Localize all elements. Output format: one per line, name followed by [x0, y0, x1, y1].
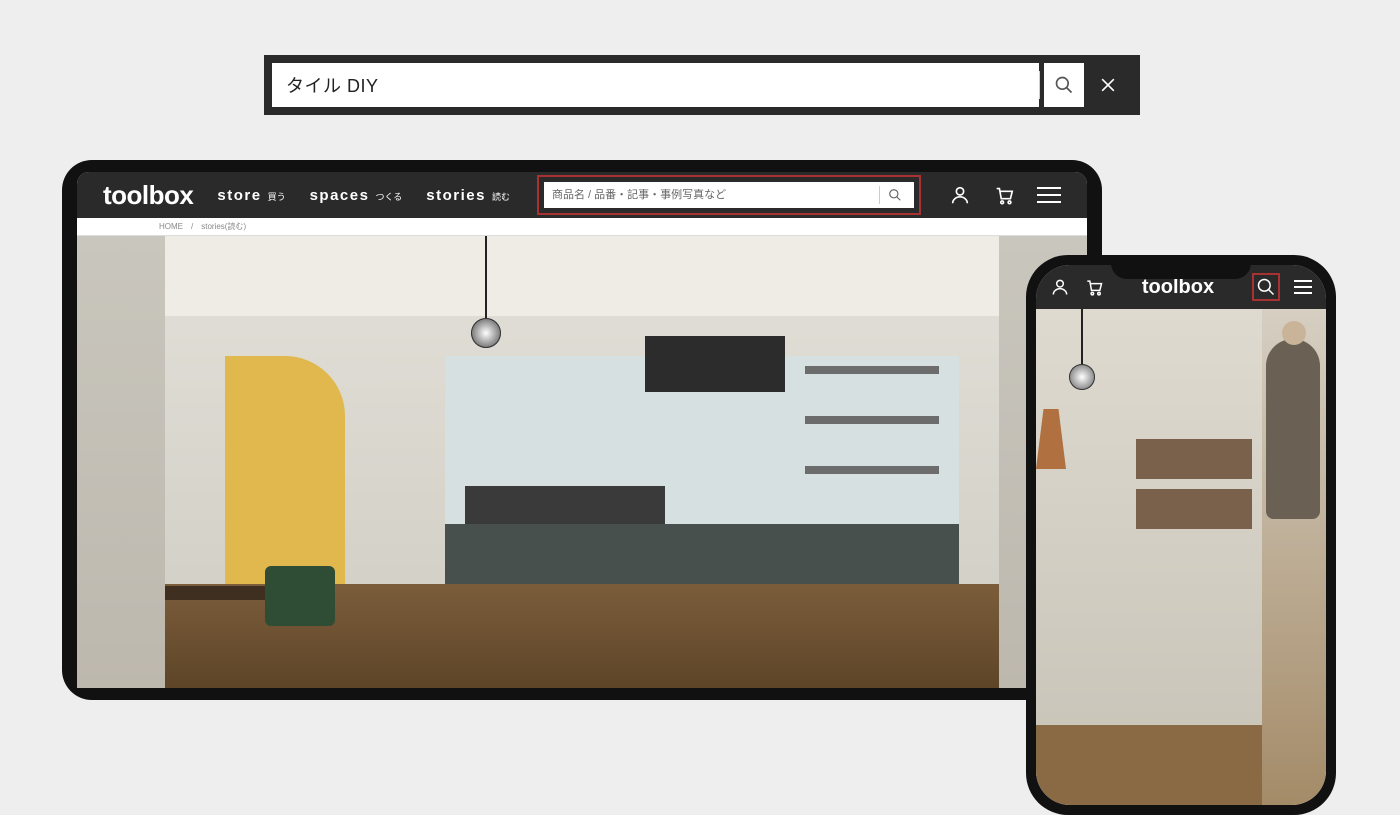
phone-hero-image: [1036, 309, 1262, 805]
aside-left: [77, 236, 165, 688]
header-search-wrap: [544, 182, 914, 208]
menu-button[interactable]: [1037, 187, 1061, 203]
divider: [1039, 71, 1040, 99]
nav-store-sub: 買う: [268, 190, 286, 203]
logo[interactable]: toolbox: [103, 180, 193, 211]
laptop-device: toolbox store 買う spaces つくる stories 読む: [62, 160, 1102, 700]
pendant-light-icon: [471, 318, 501, 348]
search-icon: [1054, 75, 1074, 95]
phone-menu-button[interactable]: [1294, 280, 1312, 294]
hero-image: [165, 236, 999, 688]
nav-spaces-label: spaces: [310, 187, 370, 204]
user-icon[interactable]: [1050, 277, 1070, 297]
phone-aside: [1262, 309, 1326, 805]
close-icon: [1098, 75, 1118, 95]
top-search-input-wrap: [272, 63, 1039, 107]
header-right: [949, 184, 1061, 206]
phone-content: [1036, 309, 1326, 805]
phone-device: toolbox: [1026, 255, 1336, 815]
phone-search-highlight: [1252, 273, 1280, 301]
nav-stories[interactable]: stories 読む: [426, 187, 510, 204]
phone-header: toolbox: [1036, 265, 1326, 309]
cart-icon[interactable]: [993, 184, 1015, 206]
breadcrumb-sep: /: [191, 222, 193, 231]
pendant-light-icon: [1069, 364, 1095, 390]
laptop-screen: toolbox store 買う spaces つくる stories 読む: [77, 172, 1087, 688]
nav-store-label: store: [217, 187, 261, 204]
breadcrumb: HOME / stories(読む): [77, 218, 1087, 236]
nav-stories-sub: 読む: [492, 190, 510, 203]
search-icon[interactable]: [1256, 277, 1276, 297]
header-search-highlight: [537, 175, 921, 215]
user-icon[interactable]: [949, 184, 971, 206]
top-search-bar: [264, 55, 1140, 115]
phone-logo[interactable]: toolbox: [1142, 276, 1214, 299]
header: toolbox store 買う spaces つくる stories 読む: [77, 172, 1087, 218]
nav-store[interactable]: store 買う: [217, 187, 285, 204]
close-button[interactable]: [1084, 63, 1132, 107]
breadcrumb-home[interactable]: HOME: [159, 222, 183, 231]
breadcrumb-current: stories(読む): [201, 221, 246, 232]
top-search-input[interactable]: [286, 75, 1025, 96]
search-button[interactable]: [1044, 63, 1084, 107]
nav-spaces[interactable]: spaces つくる: [310, 187, 403, 204]
nav-stories-label: stories: [426, 187, 486, 204]
person-figure: [1266, 339, 1320, 519]
phone-screen: toolbox: [1036, 265, 1326, 805]
nav-spaces-sub: つくる: [375, 190, 402, 203]
cart-icon[interactable]: [1084, 277, 1104, 297]
content-area: [77, 236, 1087, 688]
